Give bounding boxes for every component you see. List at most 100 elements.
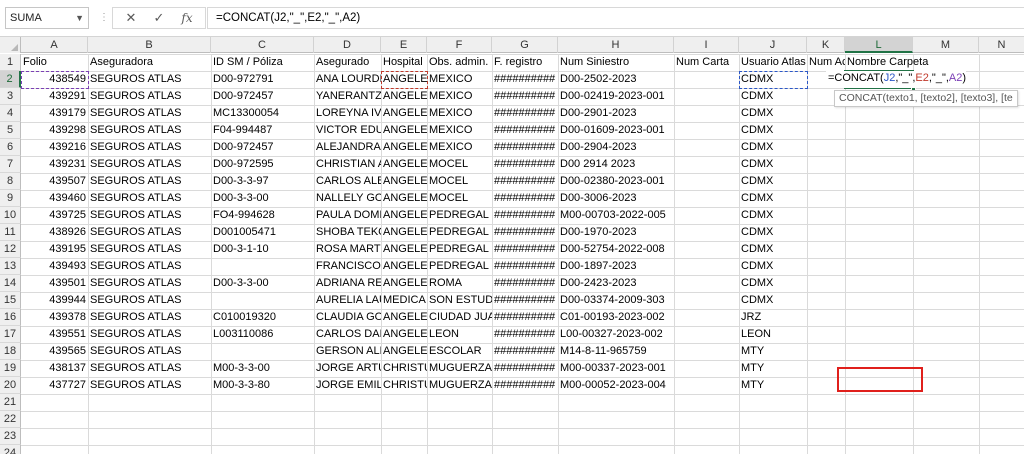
cell-poliza[interactable]: C010019320	[211, 309, 314, 326]
cell-hospital[interactable]: ANGELES	[381, 309, 427, 326]
header-cell-obs-admin[interactable]: Obs. admin.	[427, 54, 492, 71]
cell-f-registro[interactable]: ##########	[492, 190, 558, 207]
cell-hospital[interactable]: ANGELES	[381, 190, 427, 207]
cell-hospital[interactable]: ANGELES	[381, 139, 427, 156]
cell-usuario-atlas[interactable]: CDMX	[739, 122, 807, 139]
cell-num-siniestro[interactable]: D00-02419-2023-001	[558, 88, 674, 105]
cell-hospital[interactable]: CHRISTUS	[381, 360, 427, 377]
cell-aseguradora[interactable]: SEGUROS ATLAS	[88, 207, 211, 224]
cell-f-registro[interactable]: ##########	[492, 88, 558, 105]
column-header-n[interactable]: N	[979, 37, 1024, 53]
cell-asegurado[interactable]: LOREYNA IVE	[314, 105, 381, 122]
cell-aseguradora[interactable]: SEGUROS ATLAS	[88, 173, 211, 190]
cell-aseguradora[interactable]: SEGUROS ATLAS	[88, 224, 211, 241]
cell-usuario-atlas[interactable]: MTY	[739, 343, 807, 360]
cell-folio[interactable]: 437727	[21, 377, 88, 394]
row-header[interactable]: 14	[0, 275, 21, 292]
cell-asegurado[interactable]: AURELIA LAU	[314, 292, 381, 309]
cell-usuario-atlas[interactable]: CDMX	[739, 190, 807, 207]
cell-usuario-atlas[interactable]: CDMX	[739, 224, 807, 241]
cell-usuario-atlas[interactable]: MTY	[739, 377, 807, 394]
cell-num-siniestro[interactable]: D00-03374-2009-303	[558, 292, 674, 309]
cell-hospital[interactable]: ANGELES	[381, 343, 427, 360]
cell-obs-admin[interactable]: ROMA	[427, 275, 492, 292]
cell-folio[interactable]: 439378	[21, 309, 88, 326]
cell-usuario-atlas[interactable]: CDMX	[739, 88, 807, 105]
cell-folio[interactable]: 439460	[21, 190, 88, 207]
cell-hospital[interactable]: ANGELES	[381, 207, 427, 224]
cell-aseguradora[interactable]: SEGUROS ATLAS	[88, 360, 211, 377]
name-box[interactable]: SUMA ▼	[5, 7, 89, 29]
cell-usuario-atlas[interactable]: CDMX	[739, 292, 807, 309]
header-cell-folio[interactable]: Folio	[21, 54, 88, 71]
cell-num-siniestro[interactable]: D00-3006-2023	[558, 190, 674, 207]
cell-aseguradora[interactable]: SEGUROS ATLAS	[88, 343, 211, 360]
insert-function-icon[interactable]: fx	[175, 8, 199, 28]
cell-f-registro[interactable]: ##########	[492, 241, 558, 258]
cell-folio[interactable]: 439501	[21, 275, 88, 292]
cell-f-registro[interactable]: ##########	[492, 377, 558, 394]
cell-obs-admin[interactable]: MUGUERZA	[427, 360, 492, 377]
row-header[interactable]: 5	[0, 122, 21, 139]
cell-poliza[interactable]: F04-994487	[211, 122, 314, 139]
row-header[interactable]: 9	[0, 190, 21, 207]
row-header[interactable]: 8	[0, 173, 21, 190]
cell-obs-admin[interactable]: MUGUERZA	[427, 377, 492, 394]
cell-asegurado[interactable]: JORGE ARTU	[314, 360, 381, 377]
cell-folio[interactable]: 439507	[21, 173, 88, 190]
cell-folio[interactable]: 438137	[21, 360, 88, 377]
cell-folio[interactable]: 438926	[21, 224, 88, 241]
column-header-e[interactable]: E	[381, 37, 427, 53]
cell-obs-admin[interactable]: MEXICO	[427, 88, 492, 105]
cell-poliza[interactable]: D001005471	[211, 224, 314, 241]
cell-poliza[interactable]: M00-3-3-80	[211, 377, 314, 394]
cell-num-siniestro[interactable]: L00-00327-2023-002	[558, 326, 674, 343]
header-cell-nombre-carpeta[interactable]: Nombre Carpeta	[845, 54, 985, 71]
cell-usuario-atlas[interactable]: CDMX	[739, 258, 807, 275]
cell-hospital[interactable]: ANGELES	[381, 224, 427, 241]
cell-num-siniestro[interactable]: D00-2904-2023	[558, 139, 674, 156]
cell-obs-admin[interactable]: PEDREGAL	[427, 241, 492, 258]
select-all-button[interactable]	[0, 37, 21, 53]
row-header[interactable]: 13	[0, 258, 21, 275]
row-header[interactable]: 19	[0, 360, 21, 377]
cell-asegurado[interactable]: CLAUDIA GO	[314, 309, 381, 326]
cell-asegurado[interactable]: YANERANTZI	[314, 88, 381, 105]
cell-num-siniestro[interactable]: C01-00193-2023-002	[558, 309, 674, 326]
cell-usuario-atlas[interactable]: CDMX	[739, 275, 807, 292]
cell-f-registro[interactable]: ##########	[492, 173, 558, 190]
cell-poliza[interactable]: L003110086	[211, 326, 314, 343]
cell-asegurado[interactable]: NALLELY GO	[314, 190, 381, 207]
header-cell-asegurado[interactable]: Asegurado	[314, 54, 381, 71]
cell-aseguradora[interactable]: SEGUROS ATLAS	[88, 241, 211, 258]
header-cell-aseguradora[interactable]: Aseguradora	[88, 54, 211, 71]
cell-folio[interactable]: 439944	[21, 292, 88, 309]
enter-icon[interactable]: ✓	[147, 8, 171, 28]
row-header[interactable]: 24	[0, 445, 21, 454]
column-header-k[interactable]: K	[807, 37, 845, 53]
column-header-f[interactable]: F	[427, 37, 492, 53]
cell-aseguradora[interactable]: SEGUROS ATLAS	[88, 258, 211, 275]
cell-aseguradora[interactable]: SEGUROS ATLAS	[88, 139, 211, 156]
cell-obs-admin[interactable]: LEON	[427, 326, 492, 343]
row-header[interactable]: 18	[0, 343, 21, 360]
cell-folio[interactable]: 439291	[21, 88, 88, 105]
row-header[interactable]: 16	[0, 309, 21, 326]
cell-folio[interactable]: 439195	[21, 241, 88, 258]
cell-aseguradora[interactable]: SEGUROS ATLAS	[88, 292, 211, 309]
row-header[interactable]: 15	[0, 292, 21, 309]
cell-folio[interactable]: 439298	[21, 122, 88, 139]
cell-folio[interactable]: 439179	[21, 105, 88, 122]
header-cell-hospital[interactable]: Hospital	[381, 54, 427, 71]
cell-obs-admin[interactable]: MOCEL	[427, 156, 492, 173]
cell-num-siniestro[interactable]: D00-02380-2023-001	[558, 173, 674, 190]
cell-usuario-atlas[interactable]: JRZ	[739, 309, 807, 326]
cell-poliza[interactable]	[211, 343, 314, 360]
in-cell-editor[interactable]: =CONCAT(J2,"_",E2,"_",A2)	[826, 71, 967, 88]
cell-obs-admin[interactable]: PEDREGAL	[427, 224, 492, 241]
row-header[interactable]: 12	[0, 241, 21, 258]
row-header[interactable]: 17	[0, 326, 21, 343]
cell-obs-admin[interactable]: ESCOLAR	[427, 343, 492, 360]
cell-asegurado[interactable]: JORGE EMILI	[314, 377, 381, 394]
column-header-b[interactable]: B	[88, 37, 211, 53]
